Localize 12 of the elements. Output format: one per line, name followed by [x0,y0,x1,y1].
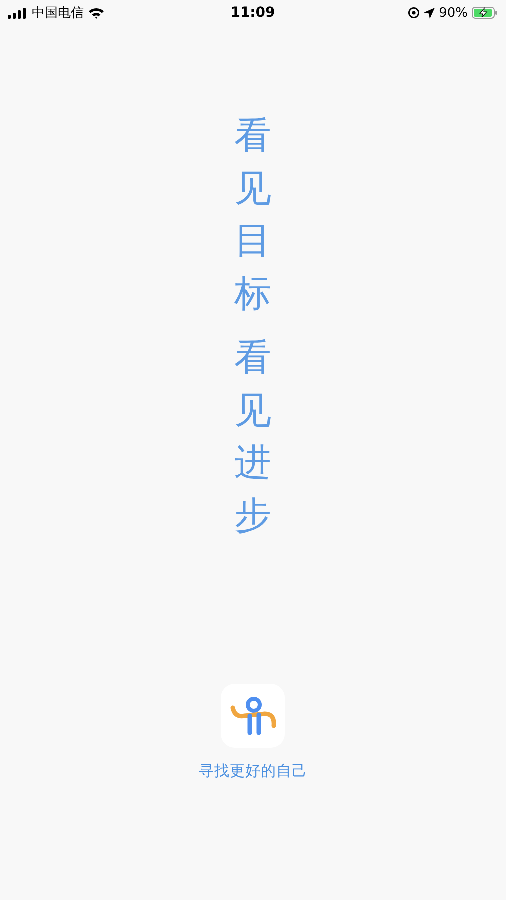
clock-time: 11:09 [230,5,276,21]
signal-icon [8,8,28,18]
battery-percent: 90% [439,6,468,20]
battery-charging-icon [472,7,498,19]
app-logo-icon [221,684,285,748]
tagline: 寻找更好的自己 [198,762,308,782]
vertical-slogan: 看见目标 [234,113,272,317]
location-arrow-icon [424,8,436,18]
wifi-icon [88,7,105,19]
lock-rotation-icon [408,7,420,19]
vertical-slogan: 看见进步 [234,335,272,539]
carrier-name: 中国电信 [32,5,84,22]
